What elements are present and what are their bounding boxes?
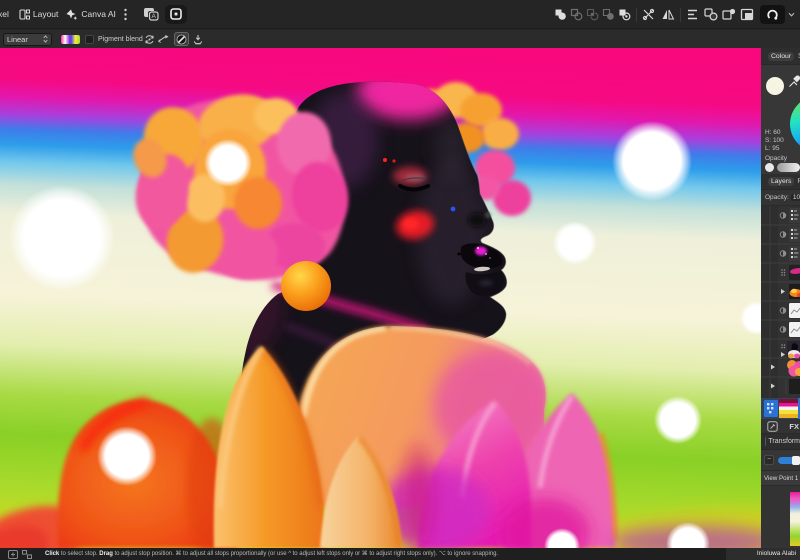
svg-text:A: A (151, 13, 156, 20)
